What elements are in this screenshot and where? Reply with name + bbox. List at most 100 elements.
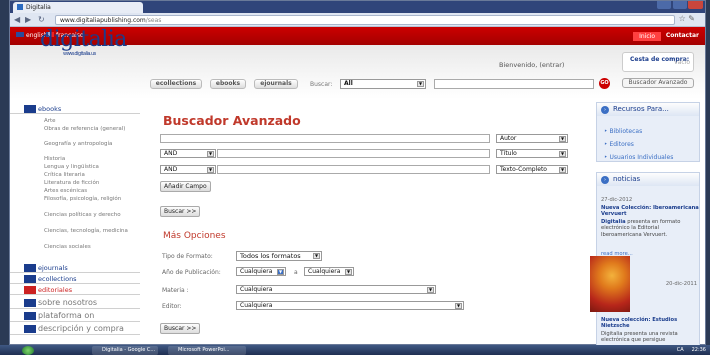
field-type-value-2: Título [500, 150, 517, 157]
nav-ejournals[interactable]: ejournals [254, 79, 298, 89]
editor-value: Cualquiera [240, 302, 273, 309]
plataforma-square-icon [24, 312, 36, 320]
category-item[interactable]: Literatura de ficción [44, 180, 134, 187]
nav-ebooks[interactable]: ebooks [210, 79, 246, 89]
category-item[interactable]: Crítica literaria [44, 172, 134, 179]
cart-box[interactable]: Cesta de compra: vacío [622, 52, 694, 72]
sidebar-descripcion[interactable]: descripción y compra [10, 323, 140, 335]
operator-select-3[interactable]: AND ▼ [160, 165, 216, 174]
forward-icon[interactable]: ▶ [25, 15, 31, 25]
chevron-down-icon: ▼ [207, 167, 214, 173]
tray-clock: 22:36 [691, 347, 706, 353]
format-select[interactable]: Todos los formatos ▼ [236, 251, 322, 261]
category-item[interactable]: Artes escénicas [44, 188, 134, 195]
chevron-down-icon: ▼ [345, 269, 352, 275]
category-item[interactable]: Filosofía, psicología, religión [44, 196, 134, 203]
recursos-item-editores[interactable]: ‣ Editores [604, 141, 634, 148]
category-item[interactable]: Ciencias sociales [44, 244, 134, 251]
system-tray: CA 22:36 [677, 346, 706, 355]
browser-tab[interactable]: Digitalia [13, 2, 143, 13]
url-path: /seas [145, 17, 162, 24]
search-field-2[interactable] [217, 149, 490, 158]
reload-icon[interactable]: ↻ [38, 15, 45, 25]
sidebar-editoriales[interactable]: editoriales [10, 285, 140, 295]
arrow-circle-icon: › [601, 176, 609, 184]
maximize-button[interactable] [673, 1, 687, 9]
advanced-search-button[interactable]: Buscador Avanzado [622, 78, 694, 88]
add-field-button[interactable]: Añadir Campo [160, 181, 211, 192]
taskbar-item-powerpoint[interactable]: Microsoft PowerPoi... [168, 346, 246, 355]
category-item[interactable]: Geografía y antropología [44, 141, 134, 148]
search-field-1[interactable] [160, 134, 490, 143]
browser-tab-bar: Digitalia [10, 1, 705, 13]
book-cover-image[interactable] [590, 256, 630, 312]
chevron-down-icon: ▼ [455, 303, 462, 309]
close-window-button[interactable] [688, 1, 703, 9]
field-type-select-1[interactable]: Autor ▼ [496, 134, 568, 143]
search-button-bottom[interactable]: Buscar >> [160, 323, 201, 334]
category-item[interactable]: Arte [44, 118, 134, 125]
search-input[interactable] [434, 79, 594, 89]
nav-ecollections[interactable]: ecollections [150, 79, 202, 89]
recursos-item-usuarios[interactable]: ‣ Usuarios Individuales [604, 154, 673, 161]
sidebar-editoriales-label: editoriales [38, 286, 73, 294]
noticias-title: noticias [613, 175, 641, 183]
minimize-button[interactable] [657, 1, 671, 9]
search-button[interactable]: Buscar >> [160, 206, 201, 217]
editor-select[interactable]: Cualquiera ▼ [236, 301, 464, 310]
chevron-down-icon: ▼ [313, 253, 320, 259]
sidebar-ecollections[interactable]: ecollections [10, 274, 140, 284]
sidebar-sobre[interactable]: sobre nosotros [10, 297, 140, 309]
year-label: Año de Publicación: [162, 269, 221, 276]
year-to-select[interactable]: Cualquiera ▼ [304, 267, 354, 276]
search-field-3[interactable] [217, 165, 490, 174]
news1-headline[interactable]: Nueva Colección: Iberoamericana Vervuert [601, 205, 699, 218]
chevron-down-icon: ▼ [417, 81, 424, 87]
chevron-down-icon: ▼ [559, 151, 566, 157]
category-item[interactable]: Historia [44, 156, 134, 163]
sidebar-ejournals[interactable]: ejournals [10, 263, 140, 273]
category-item[interactable]: Lengua y lingüística [44, 164, 134, 171]
more-options-heading: Más Opciones [163, 231, 226, 241]
search-scope-select[interactable]: All ▼ [340, 79, 426, 89]
ejournals-square-icon [24, 264, 36, 272]
logo-url: www.digitalia.us [63, 51, 96, 57]
year-from-select[interactable]: Cualquiera ▼ [236, 267, 286, 276]
tab-title: Digitalia [26, 4, 51, 11]
category-item[interactable]: Ciencias políticas y derecho [44, 212, 134, 219]
digitalia-logo[interactable]: digitalia www.digitalia.us [40, 27, 127, 57]
field-type-value-3: Texto-Completo [500, 166, 547, 173]
recursos-item-bibliotecas[interactable]: ‣ Bibliotecas [604, 128, 642, 135]
operator-value-3: AND [164, 166, 178, 173]
start-button-icon[interactable] [22, 346, 34, 355]
taskbar-item-label: Digitalia - Google C... [102, 347, 156, 353]
category-item[interactable]: Ciencias, tecnología, medicina [44, 228, 134, 235]
ebooks-square-icon [24, 105, 36, 113]
contactar-link[interactable]: Contactar [666, 32, 699, 39]
news2-headline[interactable]: Nueva colección: Estudios Nietzsche [601, 317, 699, 330]
operator-select-2[interactable]: AND ▼ [160, 149, 216, 158]
field-type-select-3[interactable]: Texto-Completo ▼ [496, 165, 568, 174]
address-bar: ◀ ▶ ↻ www.digitaliapublishing.com/seas ☆… [10, 13, 705, 27]
buscar-label: Buscar: [310, 81, 333, 88]
taskbar-item-chrome[interactable]: Digitalia - Google C... [92, 346, 158, 355]
inicio-link[interactable]: Inicio [633, 32, 661, 41]
materia-select[interactable]: Cualquiera ▼ [236, 285, 436, 294]
descripcion-square-icon [24, 325, 36, 333]
tray-language[interactable]: CA [677, 347, 684, 353]
url-input[interactable]: www.digitaliapublishing.com/seas [55, 15, 675, 25]
recursos-item-label: Usuarios Individuales [609, 154, 674, 161]
welcome-text[interactable]: Bienvenido, (entrar) [499, 61, 564, 69]
category-item[interactable]: Obras de referencia (general) [44, 126, 134, 133]
news2-body: Digitalia presenta una revista electróni… [601, 331, 678, 344]
favicon-icon [17, 4, 23, 10]
recursos-item-label: Bibliotecas [609, 128, 643, 135]
go-button[interactable]: GO [599, 78, 610, 89]
year-separator: a [294, 269, 298, 276]
noticias-header: › noticias [597, 173, 699, 186]
sidebar-plataforma[interactable]: plataforma on [10, 310, 140, 322]
sidebar-ebooks[interactable]: ebooks [10, 104, 140, 114]
back-icon[interactable]: ◀ [14, 15, 20, 25]
field-type-select-2[interactable]: Título ▼ [496, 149, 568, 158]
bookmark-star-icon[interactable]: ☆ ✎ [679, 14, 695, 23]
